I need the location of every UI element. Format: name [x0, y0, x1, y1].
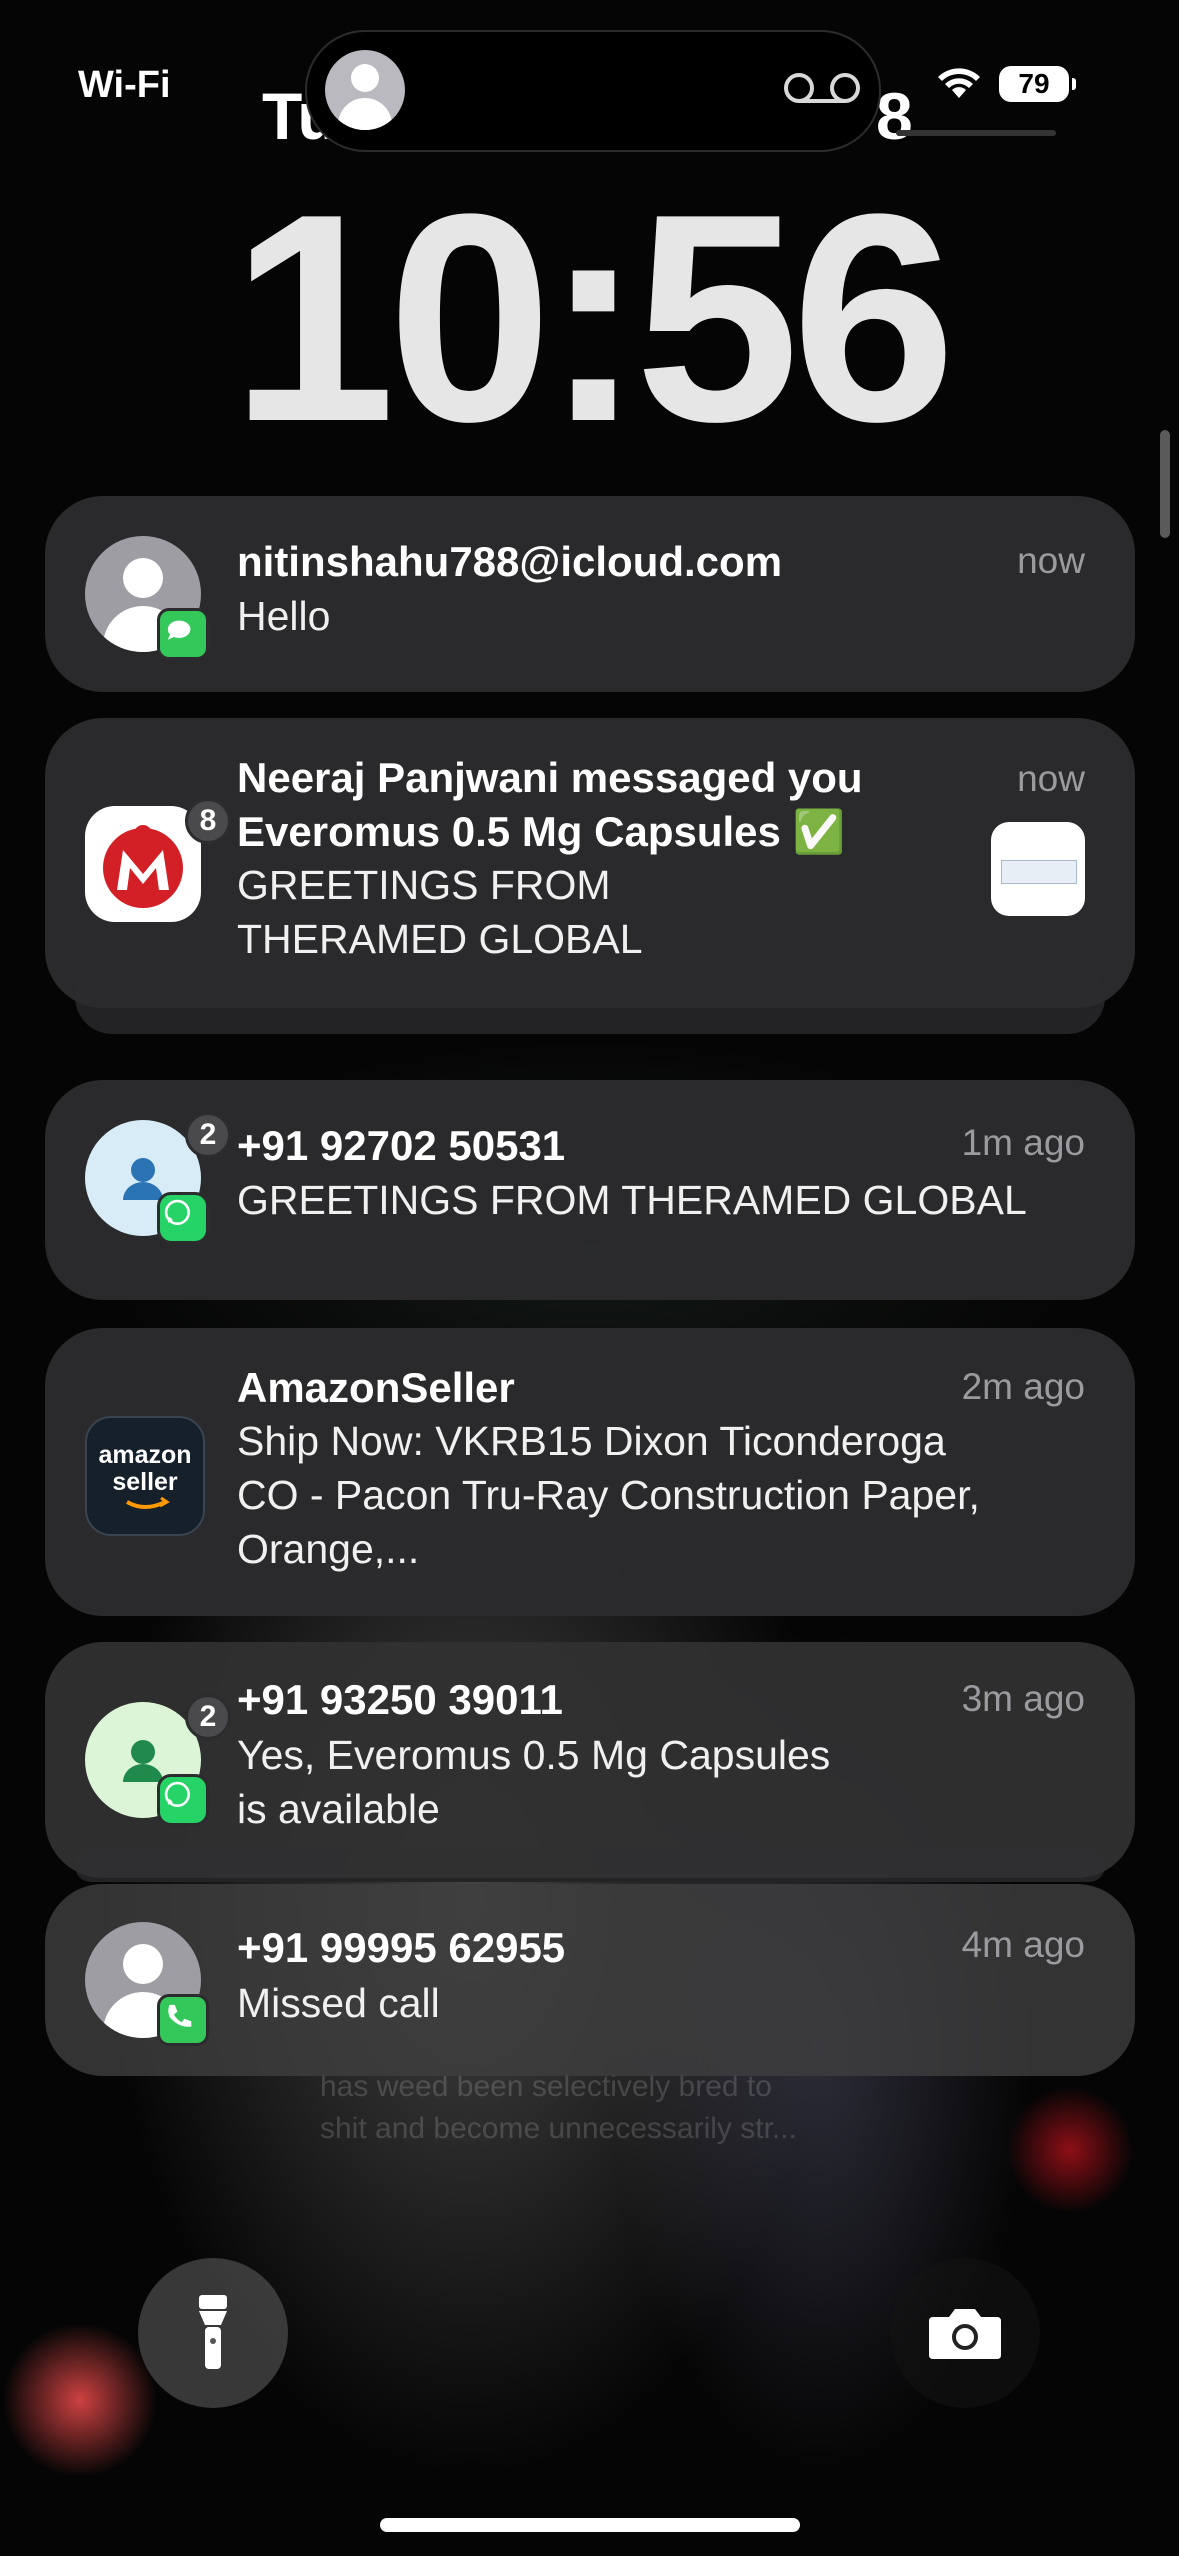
whatsapp-app-icon: [157, 1192, 209, 1244]
notification-body-line-1: GREETINGS FROM: [237, 862, 611, 908]
notification-title: +91 93250 39011: [237, 1676, 563, 1723]
notification-subtitle: Everomus 0.5 Mg Capsules ✅: [237, 808, 845, 855]
phone-app-icon: [157, 1994, 209, 2046]
notification-body-line-2: THERAMED GLOBAL: [237, 916, 643, 962]
date-underline: [896, 130, 1056, 136]
notification-body-line-2: CO - Pacon Tru-Ray Construction Paper,: [237, 1472, 980, 1518]
wifi-icon: [938, 68, 980, 98]
date-label-right: 8: [876, 79, 913, 153]
notification-title: AmazonSeller: [237, 1364, 515, 1411]
notification-body: Missed call: [237, 1980, 440, 2026]
wallpaper-caption: has weed been selectively bred to shit a…: [320, 2070, 797, 2145]
notification-time: now: [1017, 540, 1085, 581]
lock-screen-clock: 10:56: [230, 152, 956, 483]
camera-icon: [929, 2309, 1001, 2359]
voicemail-icon: [784, 73, 860, 103]
notification-indiamart[interactable]: 8 Neeraj Panjwani messaged you Everomus …: [45, 718, 1135, 1008]
notification-title: Neeraj Panjwani messaged you: [237, 754, 863, 801]
notification-whatsapp-2[interactable]: 2 +91 93250 39011 Yes, Everomus 0.5 Mg C…: [45, 1642, 1135, 1878]
carrier-label: Wi-Fi: [78, 64, 171, 106]
indiamart-logo: [85, 806, 201, 922]
messages-app-icon: [157, 608, 209, 660]
notification-count-badge: 2: [185, 1694, 231, 1740]
notification-title: nitinshahu788@icloud.com: [237, 538, 783, 585]
notification-body: Hello: [237, 593, 331, 639]
whatsapp-app-icon: [157, 1774, 209, 1826]
notification-title: +91 92702 50531: [237, 1122, 566, 1169]
notification-time: 4m ago: [961, 1924, 1085, 1965]
notification-body-line-3: Orange,...: [237, 1526, 420, 1572]
notification-body: GREETINGS FROM THERAMED GLOBAL: [237, 1177, 1027, 1223]
camera-button[interactable]: [890, 2258, 1040, 2408]
status-icons: 79: [937, 66, 1076, 102]
notification-time: 2m ago: [961, 1366, 1085, 1407]
notification-time: now: [1017, 758, 1085, 799]
notification-time: 1m ago: [961, 1122, 1085, 1163]
scroll-indicator: [1160, 430, 1170, 538]
battery-icon: 79: [999, 66, 1076, 102]
notification-whatsapp-1[interactable]: 2 +91 92702 50531 GREETINGS FROM THERAME…: [45, 1080, 1135, 1300]
dynamic-island[interactable]: [305, 30, 881, 152]
notification-body-line-1: Ship Now: VKRB15 Dixon Ticonderoga: [237, 1418, 946, 1464]
amazon-seller-logo: amazon seller: [85, 1416, 205, 1536]
flashlight-icon: [199, 2295, 227, 2369]
home-indicator[interactable]: [380, 2518, 800, 2532]
avatar-icon: [325, 50, 405, 130]
notification-body-line-1: Yes, Everomus 0.5 Mg Capsules: [237, 1732, 831, 1778]
notification-title: +91 99995 62955: [237, 1924, 566, 1971]
notification-messages[interactable]: nitinshahu788@icloud.com Hello now: [45, 496, 1135, 692]
flashlight-button[interactable]: [138, 2258, 288, 2408]
notification-time: 3m ago: [961, 1678, 1085, 1719]
notification-count-badge: 2: [185, 1112, 231, 1158]
notification-body-line-2: is available: [237, 1786, 440, 1832]
product-thumbnail: [991, 822, 1085, 916]
notification-missed-call[interactable]: +91 99995 62955 Missed call 4m ago: [45, 1884, 1135, 2076]
notification-count-badge: 8: [185, 798, 231, 844]
notification-amazon-seller[interactable]: amazon seller AmazonSeller Ship Now: VKR…: [45, 1328, 1135, 1616]
